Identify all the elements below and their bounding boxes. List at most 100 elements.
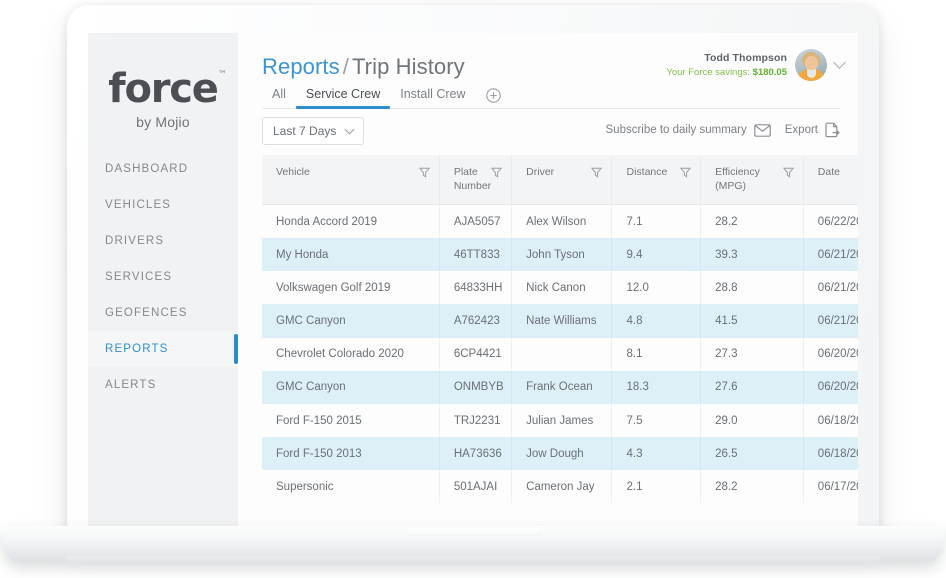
sidebar-item-label: DASHBOARD <box>105 163 188 175</box>
cell-vehicle: Ford F-150 2013 <box>262 437 439 470</box>
cell-distance: 2.1 <box>612 470 701 503</box>
table-row[interactable]: My Honda46TT833John Tyson9.439.306/21/20… <box>262 238 858 271</box>
date-range-value: Last 7 Days <box>273 124 336 138</box>
cell-efficiency: 27.3 <box>701 338 804 371</box>
envelope-icon[interactable] <box>754 124 771 137</box>
cell-date: 06/20/20 <box>803 371 858 404</box>
user-savings: Your Force savings: $180.05 <box>666 67 787 78</box>
toolbar-actions: Subscribe to daily summary Export <box>606 122 841 138</box>
cell-plate: HA73636 <box>439 437 511 470</box>
plus-circle-icon[interactable] <box>486 88 501 108</box>
filter-icon[interactable] <box>591 166 602 181</box>
filter-icon[interactable] <box>783 166 794 181</box>
sidebar-item-reports[interactable]: REPORTS <box>88 331 238 367</box>
cell-driver <box>512 338 612 371</box>
sidebar-item-label: REPORTS <box>105 343 168 355</box>
date-range-select[interactable]: Last 7 Days <box>262 117 364 145</box>
cell-vehicle: Ford F-150 2015 <box>262 404 439 437</box>
cell-date: 06/20/20 <box>803 338 858 371</box>
sidebar-item-geofences[interactable]: GEOFENCES <box>88 295 238 331</box>
chevron-down-icon <box>345 124 355 134</box>
tab-all[interactable]: All <box>262 87 296 108</box>
table-header: VehiclePlateNumberDriverDistance Efficien… <box>262 155 858 205</box>
filter-icon[interactable] <box>491 166 502 181</box>
toolbar: Last 7 Days Subscribe to daily summary E… <box>262 117 840 147</box>
chevron-down-icon[interactable] <box>833 56 846 69</box>
cell-date: 06/21/20 <box>803 271 858 304</box>
table-body: Honda Accord 2019AJA5057Alex Wilson7.128… <box>262 205 858 504</box>
export-label[interactable]: Export <box>785 124 818 136</box>
cell-vehicle: Chevrolet Colorado 2020 <box>262 338 439 371</box>
cell-date: 06/21/20 <box>803 238 858 271</box>
table-row[interactable]: GMC CanyonONMBYBFrank Ocean18.327.606/20… <box>262 371 858 404</box>
cell-date: 06/21/20 <box>803 304 858 337</box>
cell-vehicle: Supersonic <box>262 470 439 503</box>
cell-efficiency: 29.0 <box>701 404 804 437</box>
filter-icon[interactable] <box>419 166 430 181</box>
cell-driver: Jow Dough <box>512 437 612 470</box>
column-header-efficiency-mpg[interactable]: Efficiency(MPG) <box>701 155 804 205</box>
cell-driver: Alex Wilson <box>512 205 612 238</box>
cell-efficiency: 27.6 <box>701 371 804 404</box>
table-row[interactable]: Supersonic501AJAICameron Jay2.128.206/17… <box>262 470 858 503</box>
sidebar-item-vehicles[interactable]: VEHICLES <box>88 187 238 223</box>
cell-distance: 12.0 <box>612 271 701 304</box>
breadcrumb: Reports/Trip History <box>262 54 465 80</box>
user-menu[interactable]: Todd Thompson Your Force savings: $180.0… <box>666 49 844 81</box>
sidebar-item-label: SERVICES <box>105 271 172 283</box>
tab-bar: AllService CrewInstall Crew <box>262 81 840 109</box>
sidebar-item-dashboard[interactable]: DASHBOARD <box>88 151 238 187</box>
column-header-vehicle[interactable]: Vehicle <box>262 155 439 205</box>
filter-icon[interactable] <box>680 166 691 181</box>
cell-date: 06/18/20 <box>803 437 858 470</box>
tab-service-crew[interactable]: Service Crew <box>296 87 390 108</box>
cell-efficiency: 39.3 <box>701 238 804 271</box>
laptop-foot <box>66 556 880 563</box>
table-row[interactable]: Ford F-150 2013HA73636Jow Dough4.326.506… <box>262 437 858 470</box>
cell-plate: 6CP4421 <box>439 338 511 371</box>
cell-driver: Frank Ocean <box>512 371 612 404</box>
cell-vehicle: My Honda <box>262 238 439 271</box>
table-row[interactable]: Volkswagen Golf 201964833HHNick Canon12.… <box>262 271 858 304</box>
app-logo: force ™ by Mojio <box>88 69 238 130</box>
column-header-plate-number[interactable]: PlateNumber <box>439 155 511 205</box>
cell-distance: 7.1 <box>612 205 701 238</box>
trip-history-table-container[interactable]: VehiclePlateNumberDriverDistance Efficien… <box>262 155 858 526</box>
sidebar-item-alerts[interactable]: ALERTS <box>88 367 238 403</box>
cell-driver: Nick Canon <box>512 271 612 304</box>
column-header-driver[interactable]: Driver <box>512 155 612 205</box>
avatar[interactable] <box>795 49 827 81</box>
cell-driver: Cameron Jay <box>512 470 612 503</box>
sidebar-item-label: VEHICLES <box>105 199 171 211</box>
table-row[interactable]: Honda Accord 2019AJA5057Alex Wilson7.128… <box>262 205 858 238</box>
sidebar-item-label: ALERTS <box>105 379 156 391</box>
cell-date: 06/17/20 <box>803 470 858 503</box>
subscribe-daily-summary-label[interactable]: Subscribe to daily summary <box>606 124 747 136</box>
table-row[interactable]: Ford F-150 2015TRJ2231Julian James7.529.… <box>262 404 858 437</box>
cell-driver: Julian James <box>512 404 612 437</box>
sidebar-nav: DASHBOARD VEHICLES DRIVERS SERVICES GEOFENCE… <box>88 151 238 403</box>
cell-distance: 9.4 <box>612 238 701 271</box>
cell-plate: A762423 <box>439 304 511 337</box>
cell-distance: 8.1 <box>612 338 701 371</box>
breadcrumb-root[interactable]: Reports <box>262 54 340 79</box>
logo-subtitle: by Mojio <box>88 114 238 130</box>
cell-plate: TRJ2231 <box>439 404 511 437</box>
column-header-date[interactable]: Date <box>803 155 858 205</box>
sidebar-item-label: DRIVERS <box>105 235 164 247</box>
table-header-row: VehiclePlateNumberDriverDistance Efficien… <box>262 155 858 205</box>
table-row[interactable]: GMC CanyonA762423Nate Williams4.841.506/… <box>262 304 858 337</box>
column-header-label: Efficiency(MPG) <box>715 166 760 193</box>
cell-date: 06/22/20 <box>803 205 858 238</box>
tab-install-crew[interactable]: Install Crew <box>390 87 475 108</box>
export-icon[interactable] <box>825 122 840 138</box>
column-header-distance[interactable]: Distance <box>612 155 701 205</box>
main-content: Reports/Trip History Todd Thompson Your … <box>238 33 858 526</box>
cell-efficiency: 28.2 <box>701 470 804 503</box>
cell-vehicle: Honda Accord 2019 <box>262 205 439 238</box>
sidebar-item-services[interactable]: SERVICES <box>88 259 238 295</box>
breadcrumb-separator: / <box>343 54 349 79</box>
sidebar-item-drivers[interactable]: DRIVERS <box>88 223 238 259</box>
savings-label: Your Force savings: <box>666 67 750 78</box>
table-row[interactable]: Chevrolet Colorado 20206CP4421 8.127.306/… <box>262 338 858 371</box>
